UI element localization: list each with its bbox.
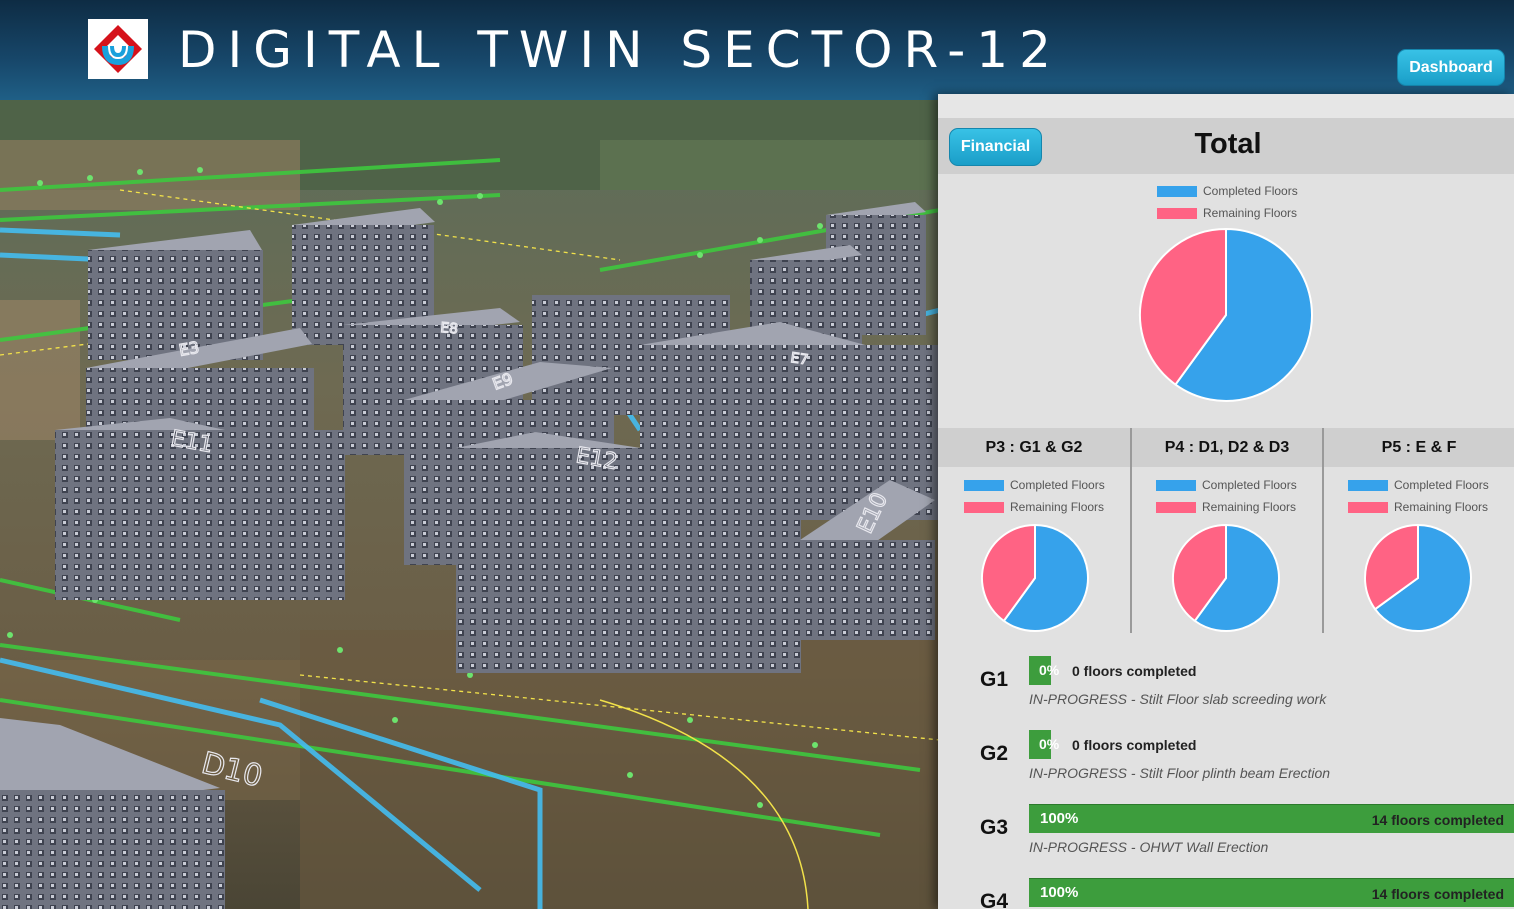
progress-bar-g2: 0% xyxy=(1029,730,1059,759)
phase-p4-pie-chart[interactable] xyxy=(1171,523,1281,633)
progress-panel: Financial Total Completed Floors Remaini… xyxy=(938,94,1514,909)
phase-header-p4: P4 : D1, D2 & D3 xyxy=(1132,428,1322,467)
legend-remaining-label: Remaining Floors xyxy=(1203,206,1298,220)
phase-p5-pie-chart[interactable] xyxy=(1363,523,1473,633)
progress-bar-g4: 100% 14 floors completed xyxy=(1029,878,1514,907)
building-block[interactable] xyxy=(456,432,801,673)
legend-remaining-label: Remaining Floors xyxy=(1394,500,1489,514)
building-name-g4: G4 xyxy=(980,890,1009,909)
remaining-swatch xyxy=(1157,207,1197,219)
3d-map-view[interactable]: E11 E12 E10 D10 E8 E9 E7 E3 xyxy=(0,100,940,909)
legend-remaining-label: Remaining Floors xyxy=(1202,500,1297,514)
legend-completed[interactable]: Completed Floors xyxy=(1157,184,1298,198)
legend-completed[interactable]: Completed Floors xyxy=(1156,478,1297,492)
legend-remaining[interactable]: Remaining Floors xyxy=(964,500,1104,514)
legend-remaining[interactable]: Remaining Floors xyxy=(1157,206,1297,220)
panel-top-strip xyxy=(938,94,1514,118)
building-name-g2: G2 xyxy=(980,742,1009,765)
city-3d-render[interactable]: E11 E12 E10 D10 E8 E9 E7 E3 xyxy=(0,100,940,909)
building-label: E7 xyxy=(789,350,809,368)
status-g3: IN-PROGRESS - OHWT Wall Erection xyxy=(1029,839,1269,855)
financial-button[interactable]: Financial xyxy=(949,128,1042,166)
column-divider xyxy=(1322,428,1324,633)
dashboard-button[interactable]: Dashboard xyxy=(1397,49,1505,86)
floors-completed-g2: 0 floors completed xyxy=(1072,737,1197,753)
total-title: Total xyxy=(1194,128,1262,160)
completed-swatch xyxy=(1156,479,1196,491)
legend-completed-label: Completed Floors xyxy=(1010,478,1105,492)
building-name-g1: G1 xyxy=(980,668,1009,691)
logo-icon xyxy=(94,25,142,73)
progress-percent: 100% xyxy=(1040,884,1079,901)
remaining-swatch xyxy=(1348,501,1388,513)
app-header: DIGITAL TWIN SECTOR-12 Dashboard xyxy=(0,0,1514,100)
status-g2: IN-PROGRESS - Stilt Floor plinth beam Er… xyxy=(1029,765,1331,781)
floors-completed-g1: 0 floors completed xyxy=(1072,663,1197,679)
legend-completed-label: Completed Floors xyxy=(1203,184,1298,198)
remaining-swatch xyxy=(964,501,1004,513)
progress-percent: 100% xyxy=(1040,810,1079,827)
legend-remaining[interactable]: Remaining Floors xyxy=(1156,500,1296,514)
completed-swatch xyxy=(1348,479,1388,491)
floors-completed-g3: 14 floors completed xyxy=(1371,812,1504,828)
building-label: E8 xyxy=(440,320,459,337)
building-name-g3: G3 xyxy=(980,816,1009,839)
legend-completed-label: Completed Floors xyxy=(1202,478,1297,492)
legend-remaining-label: Remaining Floors xyxy=(1010,500,1105,514)
company-logo xyxy=(88,19,148,79)
remaining-swatch xyxy=(1156,501,1196,513)
building-label: E3 xyxy=(177,338,200,360)
progress-bar-g1: 0% xyxy=(1029,656,1059,685)
phase-header-p5: P5 : E & F xyxy=(1324,428,1514,467)
progress-percent: 0% xyxy=(1039,736,1060,752)
total-pie-chart[interactable] xyxy=(1138,227,1314,403)
floors-completed-g4: 14 floors completed xyxy=(1371,886,1504,902)
status-g1: IN-PROGRESS - Stilt Floor slab screeding… xyxy=(1029,691,1327,707)
legend-completed-label: Completed Floors xyxy=(1394,478,1489,492)
legend-remaining[interactable]: Remaining Floors xyxy=(1348,500,1488,514)
progress-bar-g3: 100% 14 floors completed xyxy=(1029,804,1514,833)
column-divider xyxy=(1130,428,1132,633)
app-title: DIGITAL TWIN SECTOR-12 xyxy=(178,21,1062,79)
legend-completed[interactable]: Completed Floors xyxy=(964,478,1105,492)
phase-header-p3: P3 : G1 & G2 xyxy=(938,428,1130,467)
completed-swatch xyxy=(964,479,1004,491)
completed-swatch xyxy=(1157,185,1197,197)
progress-percent: 0% xyxy=(1039,662,1060,678)
phase-p3-pie-chart[interactable] xyxy=(980,523,1090,633)
legend-completed[interactable]: Completed Floors xyxy=(1348,478,1489,492)
